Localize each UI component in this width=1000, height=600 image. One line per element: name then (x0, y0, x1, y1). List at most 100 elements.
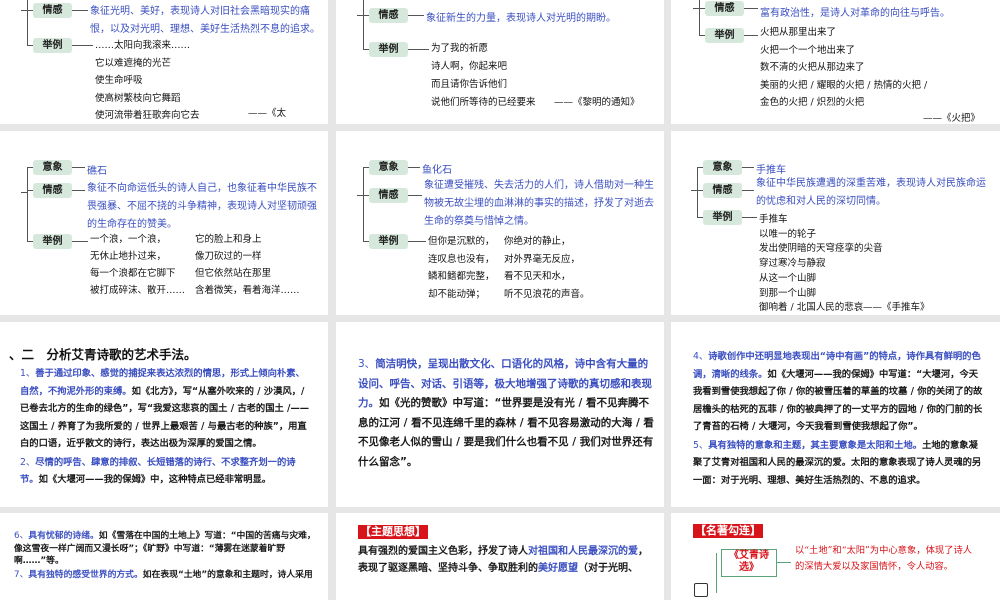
poem-line: 使河流带着狂歌奔向它去 (95, 110, 200, 121)
node-label-1: 举例 (33, 38, 72, 53)
node-text-line: 的忧虑和对人民的深切同情。 (756, 196, 886, 207)
tree-trunk-line (699, 0, 700, 35)
node-label-1: 情感 (703, 183, 742, 198)
slide-art-techniques-1: 、二 分析艾青诗歌的艺术手法。 1、善于通过印象、感觉的捕捉来表达浓烈的情思，形… (0, 322, 328, 507)
poem-line: 御响着 / 北国人民的悲哀 (759, 302, 864, 314)
paragraph-container: 3、简洁明快，呈现出散文化、口语化的风格，诗中含有大量的设问、呼告、对话、引语等… (358, 355, 656, 473)
poem-line: 从这一个山脚 (759, 272, 817, 284)
poem-line: 数不清的火把从那边来了 (760, 62, 865, 73)
node-text-line: 恨，以及对光明、理想、美好生活热烈不息的追求。 (90, 24, 320, 35)
node-label-2: 举例 (703, 210, 742, 225)
poem-line: 发出使阴暗的天穹痉挛的尖音 (759, 243, 883, 255)
node-connector (408, 15, 424, 16)
slide-sun: 情感 象征光明、美好，表现诗人对旧社会黑暗现实的痛 恨，以及对光明、理想、美好生活热… (0, 0, 328, 124)
tree-root-stub (21, 192, 27, 193)
node-text-line: 象征中华民族遭遇的深重苦难，表现诗人对民族命运 (756, 178, 986, 189)
poem-line: 无休止地扑过来， (90, 251, 167, 262)
poem-line: 每一个浪都在它脚下 (90, 268, 176, 279)
node-connector (744, 8, 758, 9)
poem-line: 到那一个山脚 (759, 287, 817, 299)
node-label-0: 情感 (705, 1, 744, 16)
poem-line: 使高树繁枝向它舞蹈 (95, 92, 181, 104)
book-title-box: 《艾青诗选》 (721, 549, 777, 577)
node-label-1: 举例 (369, 42, 408, 57)
poem-source: ——《手推车》 (863, 302, 930, 313)
paragraph: 3、简洁明快，呈现出散文化、口语化的风格，诗中含有大量的设问、呼告、对话、引语等… (358, 355, 656, 472)
poem-line: 一个浪，一个浪， (90, 234, 167, 245)
slide-wheelbarrow: 意象 手推车 情感 象征中华民族遭遇的深重苦难，表现诗人对民族命运 的忧虑和对人民的深切… (671, 131, 1000, 315)
paragraph-number: 5、 (693, 439, 709, 451)
theme-text-segment: 对祖国和人民最深沉的爱 (528, 546, 638, 557)
node-text-line: 象征光明、美好，表现诗人对旧社会黑暗现实的痛 (90, 6, 310, 17)
theme-tag: 【主题思想】 (358, 525, 428, 539)
poem-line: 连叹息也没有， (428, 253, 495, 265)
slide-book-link: 【名著勾连】 《艾青诗选》 以“土地”和“太阳”为中心意象，体现了诗人的深情大爱… (671, 513, 1000, 600)
slide-torch: 情感 富有政治性，是诗人对革命的向往与呼告。 举例 火把从那里出来了 火把一个一个地出来… (671, 0, 1000, 124)
node-connector (408, 167, 420, 168)
tree-trunk-line (27, 0, 28, 45)
poem-line: 而且请你告诉他们 (431, 79, 508, 90)
node-connector (72, 10, 88, 11)
poem-line: 它的脸上和身上 (195, 234, 262, 245)
poem-line: 穿过寒冷与静寂 (759, 258, 826, 270)
poem-line: 鳞和鳍都完整， (428, 271, 495, 282)
poem-line: 对外界毫无反应， (504, 253, 581, 265)
connector-line (777, 562, 791, 563)
poem-line: ……太阳向我滚来…… (95, 40, 191, 51)
paragraph-number: 1、 (20, 368, 36, 379)
paragraph-highlight: 具有独特的意象和主题，其主要意象是太阳和土地。 (708, 439, 923, 451)
poem-line: 诗人啊，你起来吧 (431, 61, 508, 72)
node-label-1: 举例 (705, 28, 744, 43)
node-text-line: 象征新生的力量，表现诗人对光明的期盼。 (426, 13, 616, 24)
paragraph-highlight: 具有忧郁的诗绪。 (28, 531, 99, 541)
theme-text-segment: 美好愿望 (538, 563, 578, 574)
slide-fish-fossil: 意象 鱼化石 情感 象征遭受摧残、失去活力的人们，诗人借助对一种生 物被无故尘埋的血淋淋… (336, 131, 664, 315)
tree-trunk-line (363, 167, 364, 241)
paragraph-container: 4、诗歌创作中还明显地表现出“诗中有画”的特点，诗作具有鲜明的色调，清晰的线条。… (693, 348, 985, 490)
poem-line: 但你是沉默的， (428, 236, 495, 247)
node-connector (72, 167, 85, 168)
poem-source: ——《黎明的通知》 (554, 97, 640, 108)
poem-line: 金色的火把 / 炽烈的火把 (760, 97, 865, 108)
node-connector (742, 217, 757, 218)
paragraph: 5、具有独特的意象和主题，其主要意象是太阳和土地。土地的意象凝聚了艾青对祖国和人… (693, 437, 985, 490)
poem-source: ——《火把》 (923, 113, 981, 124)
book-link-text: 以“土地”和“太阳”为中心意象，体现了诗人的深情大爱以及家国情怀，令人动容。 (795, 545, 973, 572)
node-label-0: 意象 (33, 160, 72, 175)
poem-line: 像刀砍过的一样 (195, 251, 262, 262)
poem-line: 火把从那里出来了 (760, 27, 837, 38)
paragraph: 4、诗歌创作中还明显地表现出“诗中有画”的特点，诗作具有鲜明的色调，清晰的线条。… (693, 348, 985, 436)
node-connector (744, 35, 758, 36)
node-label-1: 情感 (33, 183, 72, 198)
book-link-tag: 【名著勾连】 (693, 524, 763, 538)
paragraph-highlight: 具有独特的感受世界的方式。 (28, 569, 143, 580)
slide-theme: 【主题思想】 具有强烈的爱国主义色彩，抒发了诗人对祖国和人民最深沉的爱，表现了驱… (336, 513, 664, 600)
paragraph: 2、尽情的呼告、肆意的排叙、长短错落的诗行、不求整齐划一的诗节。如《大堰河——我… (20, 454, 312, 489)
theme-paragraph: 具有强烈的爱国主义色彩，抒发了诗人对祖国和人民最深沉的爱，表现了驱逐黑暗、坚持斗… (358, 543, 656, 577)
paragraph-number: 4、 (693, 351, 709, 362)
node-connector (72, 190, 85, 191)
node-connector (408, 241, 426, 242)
node-label-0: 情感 (369, 8, 408, 23)
poem-line: 含着微笑，看着海洋…… (195, 285, 300, 296)
node-text-line: 礁石 (87, 166, 107, 177)
node-connector (408, 49, 429, 50)
poem-line: 但它依然站在那里 (195, 268, 272, 279)
poem-line: 听不见浪花的声音。 (504, 288, 590, 300)
poem-line: 说他们所等待的已经要来 (431, 97, 536, 108)
node-label-0: 情感 (33, 3, 72, 18)
poem-line: 它以难遮掩的光芒 (95, 57, 172, 69)
poem-source: ——《太 (248, 108, 287, 119)
node-connector (742, 190, 754, 191)
node-text-line: 象征不向命运低头的诗人自己，也象征着中华民族不 (87, 183, 317, 194)
node-connector (408, 195, 422, 196)
node-connector (72, 45, 93, 46)
node-text-line: 鱼化石 (422, 165, 452, 176)
tree-trunk-line (697, 167, 698, 217)
node-text-line: 象征遭受摧残、失去活力的人们，诗人借助对一种生 (424, 180, 654, 191)
poem-line: 火把一个一个地出来了 (760, 44, 856, 56)
poem-line: 被打成碎沫、散开…… (90, 285, 186, 296)
node-label-2: 举例 (33, 234, 72, 249)
slide-art-techniques-2: 3、简洁明快，呈现出散文化、口语化的风格，诗中含有大量的设问、呼告、对话、引语等… (336, 322, 664, 507)
node-text-line: 生命的祭奠与惜悼之情。 (424, 216, 534, 227)
